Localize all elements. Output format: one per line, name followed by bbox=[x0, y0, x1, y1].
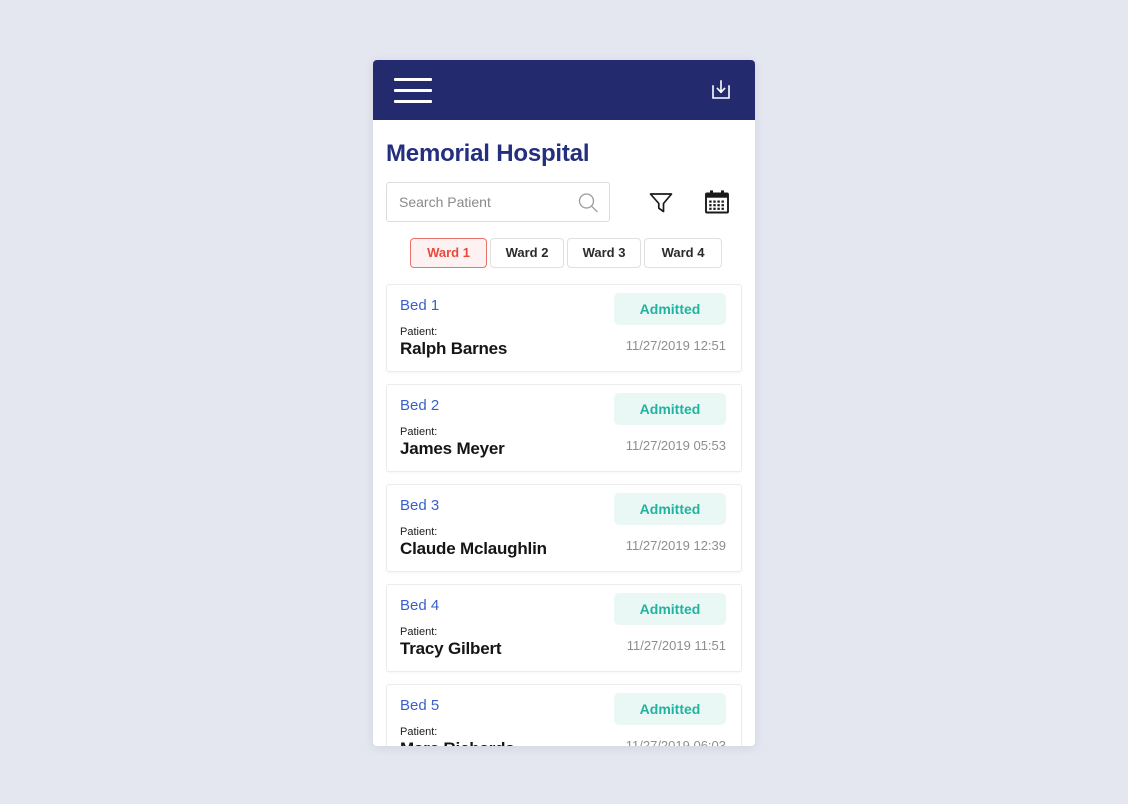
patient-label: Patient: bbox=[400, 526, 438, 538]
status-badge: Admitted bbox=[614, 393, 726, 425]
admission-timestamp: 11/27/2019 12:51 bbox=[625, 338, 726, 353]
tab-ward-3[interactable]: Ward 3 bbox=[567, 238, 641, 268]
bed-card[interactable]: Bed 4 Patient: Tracy Gilbert Admitted 11… bbox=[386, 584, 742, 672]
status-badge: Admitted bbox=[614, 493, 726, 525]
patient-label: Patient: bbox=[400, 426, 438, 438]
calendar-icon[interactable] bbox=[702, 187, 732, 217]
admission-timestamp: 11/27/2019 06:03 bbox=[625, 738, 726, 746]
patient-name: Tracy Gilbert bbox=[400, 639, 502, 658]
filter-funnel-icon[interactable] bbox=[646, 187, 676, 217]
patient-label: Patient: bbox=[400, 326, 438, 338]
patient-label: Patient: bbox=[400, 626, 438, 638]
bed-card[interactable]: Bed 3 Patient: Claude Mclaughlin Admitte… bbox=[386, 484, 742, 572]
search-toolbar bbox=[373, 168, 755, 222]
patient-name: Claude Mclaughlin bbox=[400, 539, 547, 558]
status-badge: Admitted bbox=[614, 693, 726, 725]
app-bar bbox=[373, 60, 755, 120]
patient-label: Patient: bbox=[400, 726, 438, 738]
bed-card[interactable]: Bed 2 Patient: James Meyer Admitted 11/2… bbox=[386, 384, 742, 472]
bed-list: Bed 1 Patient: Ralph Barnes Admitted 11/… bbox=[373, 284, 755, 746]
admission-timestamp: 11/27/2019 12:39 bbox=[625, 538, 726, 553]
admission-timestamp: 11/27/2019 11:51 bbox=[626, 638, 726, 653]
bed-card[interactable]: Bed 1 Patient: Ralph Barnes Admitted 11/… bbox=[386, 284, 742, 372]
bed-number-link[interactable]: Bed 1 bbox=[400, 297, 439, 314]
patient-name: Ralph Barnes bbox=[400, 339, 508, 358]
status-badge: Admitted bbox=[614, 593, 726, 625]
hamburger-bar bbox=[394, 99, 432, 103]
hamburger-bar bbox=[394, 77, 432, 81]
download-icon[interactable] bbox=[707, 76, 735, 104]
patient-name: Marc Richards bbox=[400, 739, 515, 746]
patient-name: James Meyer bbox=[400, 439, 505, 458]
search-input[interactable] bbox=[387, 183, 584, 221]
hamburger-menu-icon[interactable] bbox=[394, 75, 434, 105]
tab-ward-1[interactable]: Ward 1 bbox=[410, 238, 487, 268]
bed-card[interactable]: Bed 5 Patient: Marc Richards Admitted 11… bbox=[386, 684, 742, 746]
page-title: Memorial Hospital bbox=[386, 140, 590, 167]
screen-body: Memorial Hospital Search Patient Ward 1 … bbox=[373, 120, 755, 746]
bed-number-link[interactable]: Bed 4 bbox=[400, 597, 439, 614]
tab-ward-2[interactable]: Ward 2 bbox=[490, 238, 564, 268]
mobile-app-frame: Memorial Hospital Search Patient Ward 1 … bbox=[373, 60, 755, 746]
status-badge: Admitted bbox=[614, 293, 726, 325]
bed-number-link[interactable]: Bed 2 bbox=[400, 397, 439, 414]
admission-timestamp: 11/27/2019 05:53 bbox=[625, 438, 726, 453]
bed-number-link[interactable]: Bed 3 bbox=[400, 497, 439, 514]
bed-number-link[interactable]: Bed 5 bbox=[400, 697, 439, 714]
tab-ward-4[interactable]: Ward 4 bbox=[644, 238, 722, 268]
search-box[interactable] bbox=[386, 182, 610, 222]
ward-tab-bar: Ward 1 Ward 2 Ward 3 Ward 4 bbox=[373, 222, 755, 268]
search-icon[interactable] bbox=[577, 192, 599, 214]
hamburger-bar bbox=[394, 88, 432, 92]
